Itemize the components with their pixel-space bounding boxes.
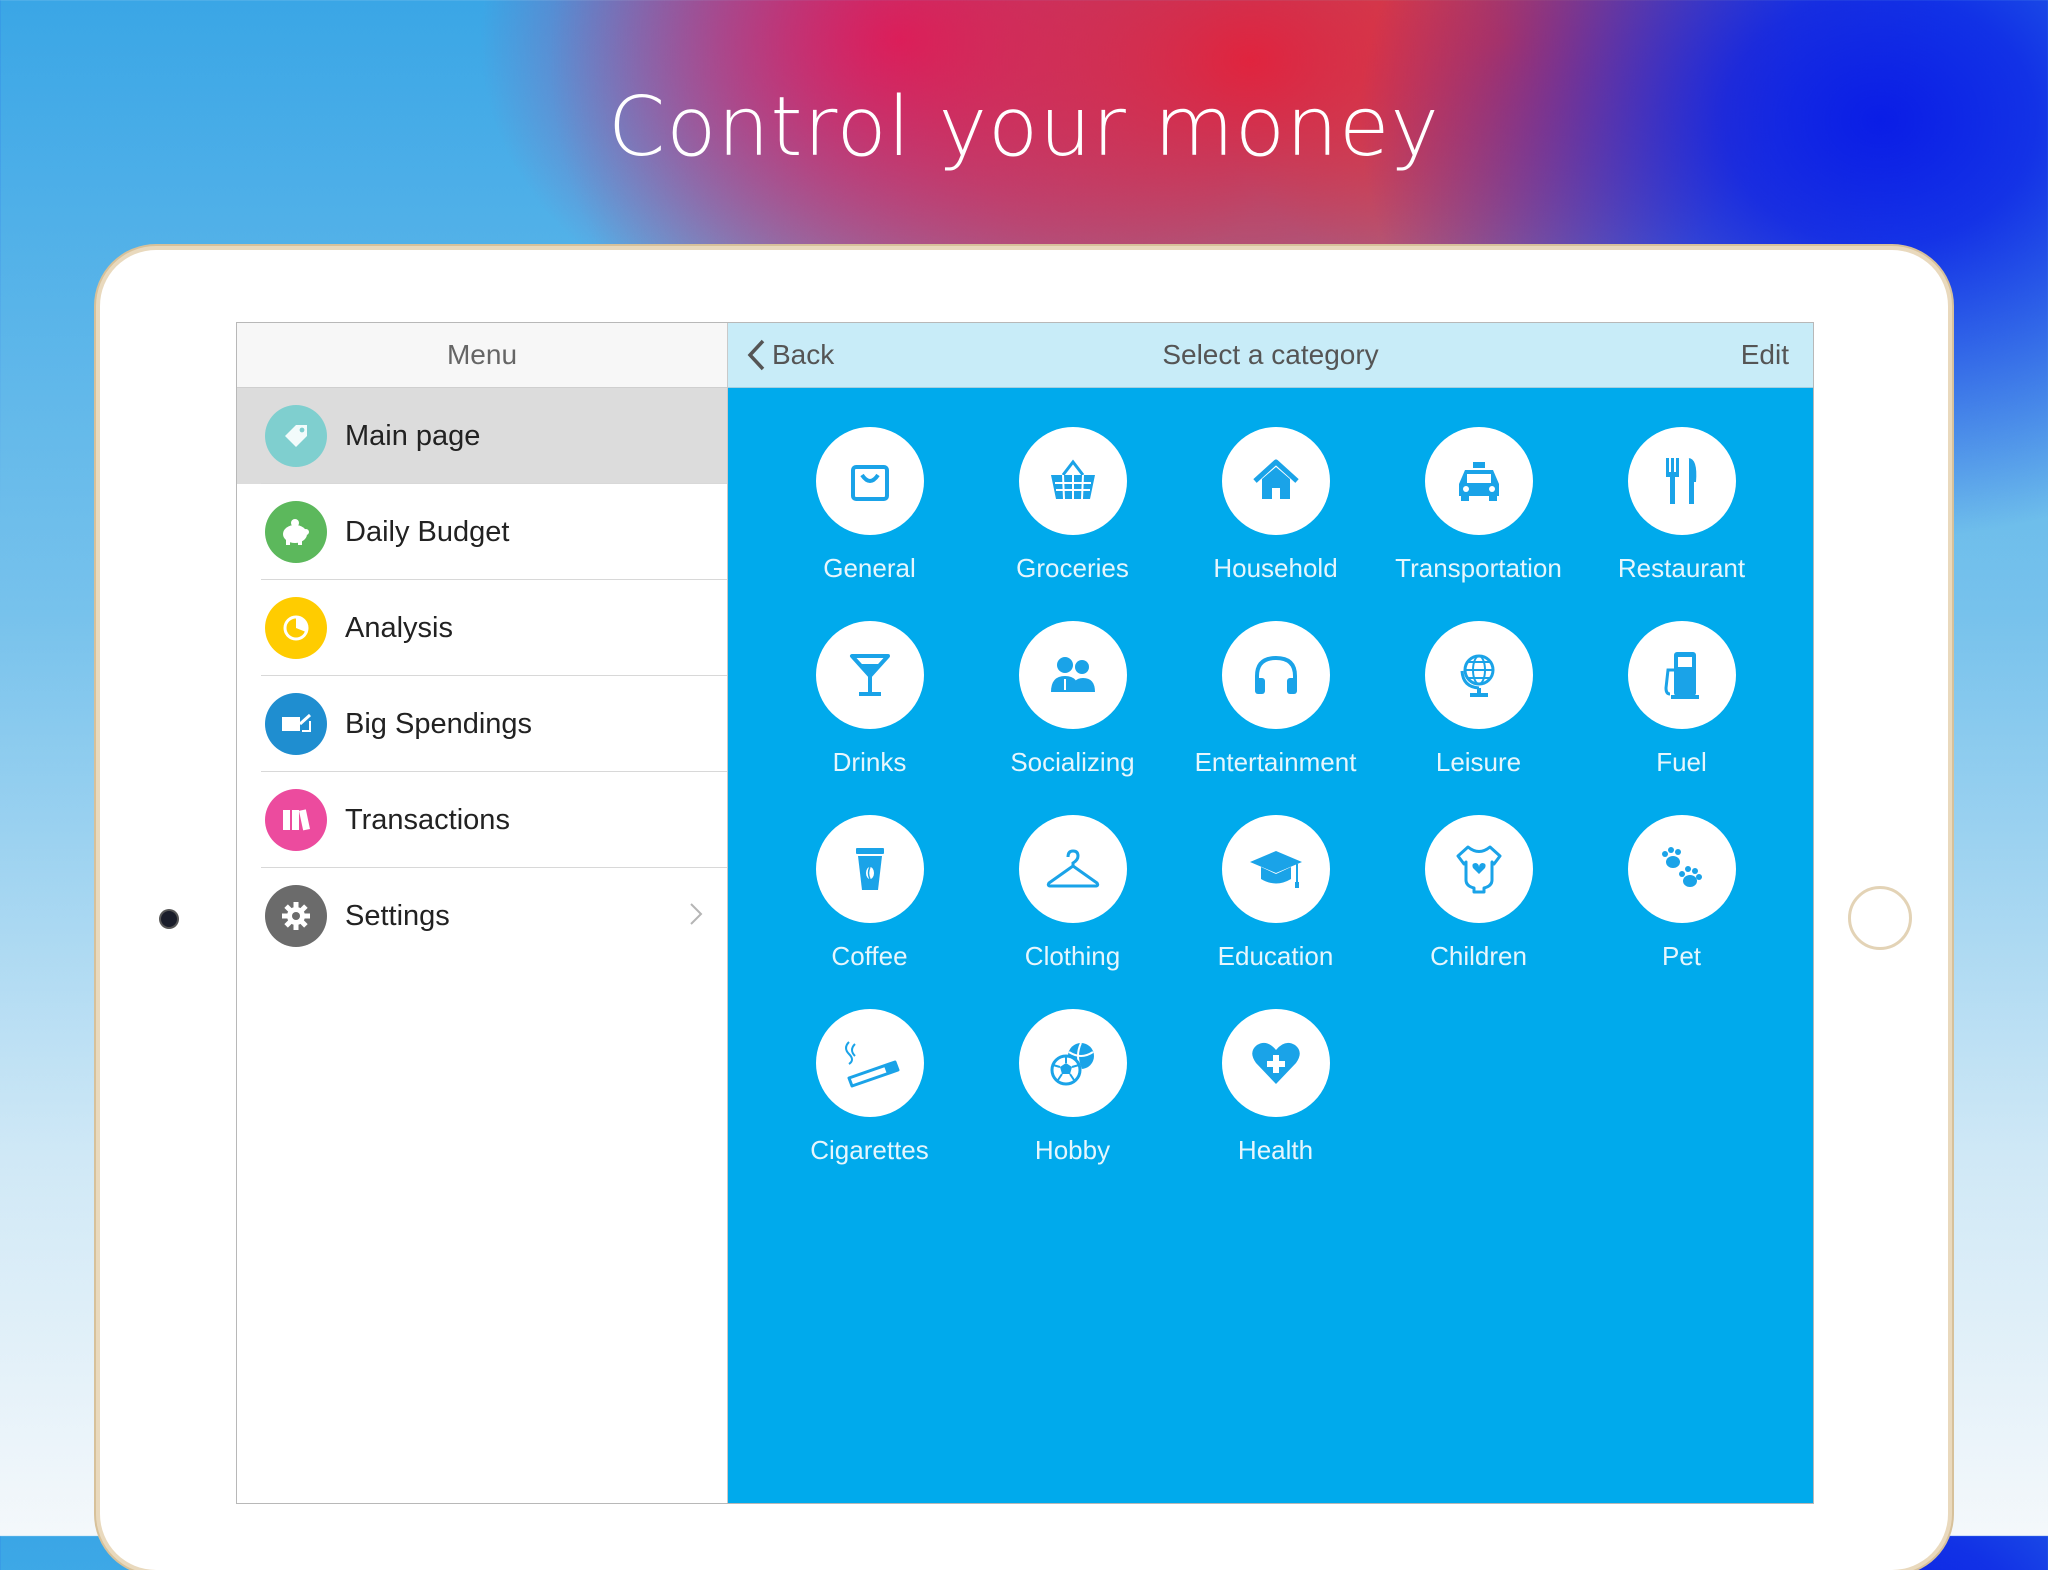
binders-icon [265,789,327,851]
category-label: Hobby [1034,1135,1111,1165]
people-icon [1018,621,1127,729]
home-button[interactable] [1848,886,1912,950]
page-title: Select a category [1162,339,1379,370]
back-label: Back [772,339,835,370]
cigarette-icon [815,1009,924,1117]
category-general[interactable]: General [768,427,971,605]
onesie-icon [1424,815,1533,923]
category-entertainment[interactable]: Entertainment [1174,621,1377,799]
category-health[interactable]: Health [1174,1009,1377,1187]
category-label: Fuel [1656,747,1707,777]
headline: Control your money [608,80,1440,175]
nav-bar: Select a category Back Edit [728,323,1813,388]
fuel-pump-icon [1627,621,1736,729]
piggy-bank-icon [265,501,327,563]
category-children[interactable]: Children [1377,815,1580,993]
category-groceries[interactable]: Groceries [971,427,1174,605]
app-screen: Menu Main page Daily Budget Analysis Big… [236,322,1814,1504]
category-pet[interactable]: Pet [1580,815,1783,993]
category-label: General [823,553,916,583]
category-coffee[interactable]: Coffee [768,815,971,993]
category-hobby[interactable]: Hobby [971,1009,1174,1187]
menu-item-label: Settings [345,899,450,932]
tablet-frame: Menu Main page Daily Budget Analysis Big… [100,250,1948,1570]
category-label: Pet [1661,941,1702,971]
category-label: Restaurant [1617,553,1746,583]
menu-item-main-page[interactable]: Main page [237,388,727,484]
pie-chart-icon [265,597,327,659]
cocktail-icon [815,621,924,729]
category-restaurant[interactable]: Restaurant [1580,427,1783,605]
headphones-icon [1221,621,1330,729]
chevron-right-icon [690,903,703,925]
house-icon [1221,427,1330,535]
category-label: Drinks [832,747,907,777]
globe-icon [1424,621,1533,729]
category-leisure[interactable]: Leisure [1377,621,1580,799]
menu-item-label: Big Spendings [345,707,533,740]
hanger-icon [1018,815,1127,923]
category-label: Groceries [1016,553,1129,583]
category-label: Transportation [1395,553,1562,583]
category-label: Household [1213,553,1338,583]
menu-item-settings[interactable]: Settings [237,868,727,964]
sidebar: Menu Main page Daily Budget Analysis Big… [237,323,728,1503]
menu-item-daily-budget[interactable]: Daily Budget [237,484,727,580]
menu-item-label: Main page [345,419,481,452]
category-label: Leisure [1435,747,1522,777]
camera-dot [161,911,177,927]
category-clothing[interactable]: Clothing [971,815,1174,993]
category-cigarettes[interactable]: Cigarettes [768,1009,971,1187]
chevron-left-icon [747,339,765,371]
category-label: Entertainment [1194,747,1357,777]
category-panel: Select a category Back Edit General Groc… [728,323,1813,1503]
category-label: Children [1430,941,1527,971]
category-label: Clothing [1024,941,1121,971]
menu-item-label: Daily Budget [345,515,510,548]
category-label: Cigarettes [810,1135,929,1165]
basket-icon [1018,427,1127,535]
balls-icon [1018,1009,1127,1117]
sidebar-title: Menu [237,323,727,388]
graduation-cap-icon [1221,815,1330,923]
back-button[interactable]: Back [746,323,834,387]
wallet-icon [265,693,327,755]
menu-item-transactions[interactable]: Transactions [237,772,727,868]
menu-item-big-spendings[interactable]: Big Spendings [237,676,727,772]
shopping-bag-icon [815,427,924,535]
category-label: Education [1217,941,1334,971]
heart-plus-icon [1221,1009,1330,1117]
category-fuel[interactable]: Fuel [1580,621,1783,799]
tag-icon [265,405,327,467]
menu-item-analysis[interactable]: Analysis [237,580,727,676]
edit-button[interactable]: Edit [1741,323,1789,387]
taxi-icon [1424,427,1533,535]
category-grid: General Groceries Household Transportati… [768,427,1788,1187]
paw-icon [1627,815,1736,923]
menu-item-label: Analysis [345,611,453,644]
menu-item-label: Transactions [345,803,510,836]
category-household[interactable]: Household [1174,427,1377,605]
category-socializing[interactable]: Socializing [971,621,1174,799]
category-label: Socializing [1010,747,1135,777]
gear-icon [265,885,327,947]
category-drinks[interactable]: Drinks [768,621,971,799]
category-label: Coffee [831,941,908,971]
coffee-cup-icon [815,815,924,923]
category-education[interactable]: Education [1174,815,1377,993]
category-label: Health [1237,1135,1314,1165]
category-transportation[interactable]: Transportation [1377,427,1580,605]
fork-knife-icon [1627,427,1736,535]
